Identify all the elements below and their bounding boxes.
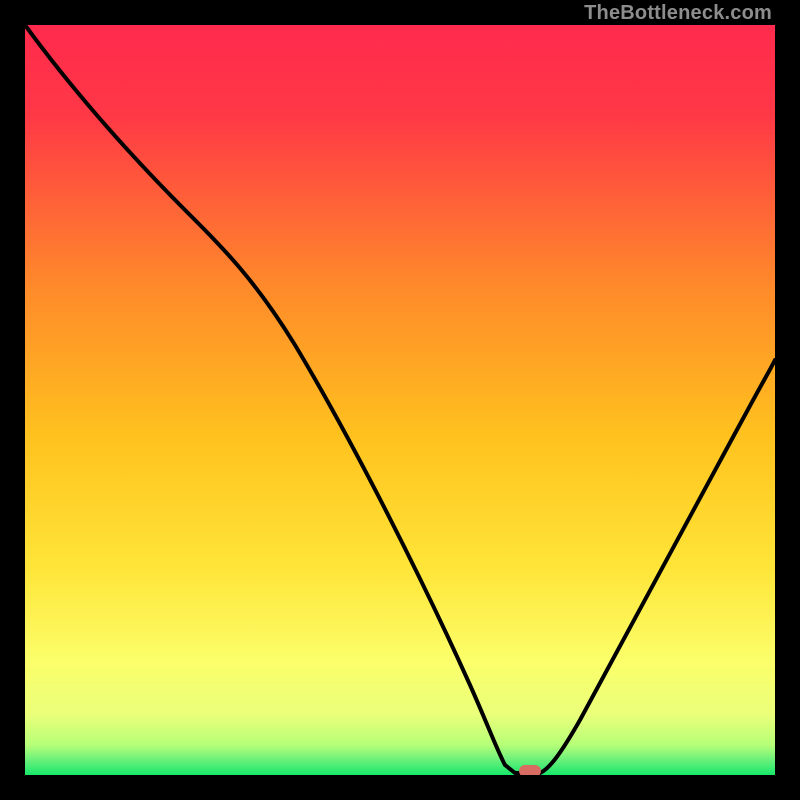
min-marker [519,765,541,775]
plot-area [25,25,775,775]
curve-path [25,25,775,773]
bottleneck-curve [25,25,775,775]
watermark-text: TheBottleneck.com [584,2,772,25]
chart-frame: TheBottleneck.com [0,0,800,800]
